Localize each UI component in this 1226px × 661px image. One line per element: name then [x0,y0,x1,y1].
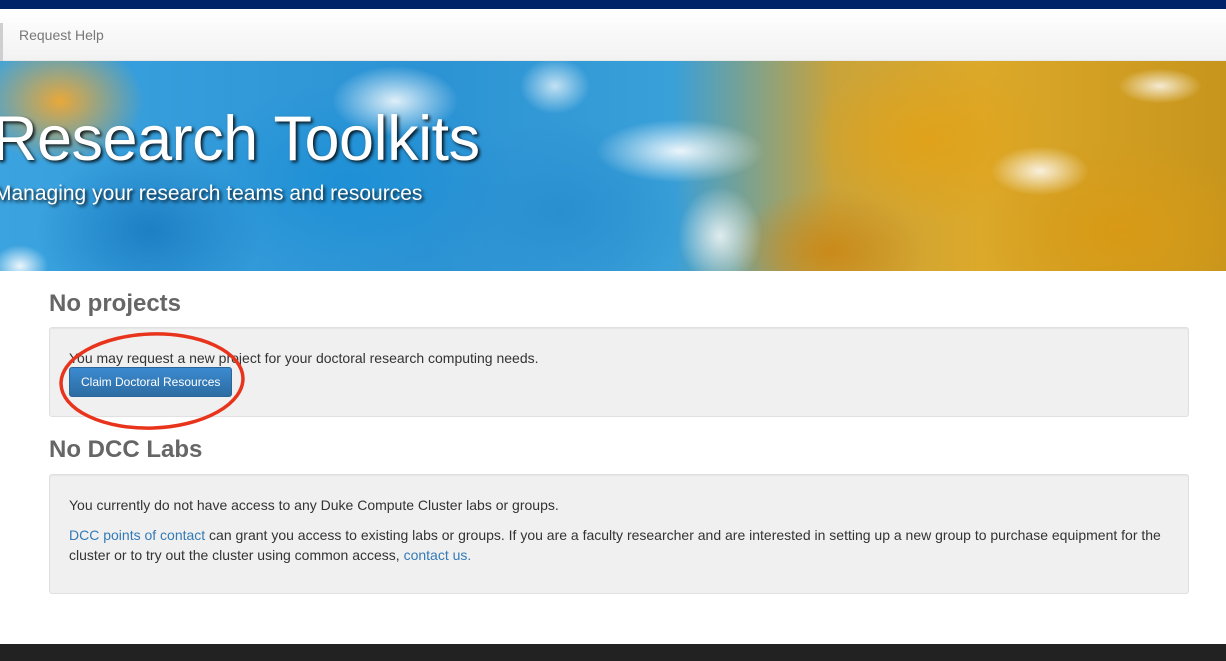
hero-subtitle: Managing your research teams and resourc… [0,182,423,205]
top-brand-bar [0,0,1226,9]
labs-heading: No DCC Labs [49,436,203,463]
hero-title: Research Toolkits [0,104,480,174]
labs-message: You currently do not have access to any … [69,497,559,513]
labs-contact-paragraph: DCC points of contact can grant you acce… [69,525,1169,565]
request-help-link[interactable]: Request Help [19,27,104,43]
claim-doctoral-resources-button[interactable]: Claim Doctoral Resources [69,367,233,397]
contact-us-link[interactable]: contact us. [404,547,472,563]
labs-panel: You currently do not have access to any … [49,474,1189,594]
sub-navigation: Request Help [0,9,1226,61]
projects-heading: No projects [49,290,182,317]
footer-bar [0,644,1226,661]
nav-divider [0,23,3,61]
labs-contact-text: can grant you access to existing labs or… [69,527,1161,563]
hero-banner: Research Toolkits Managing your research… [0,61,1226,271]
projects-message: You may request a new project for your d… [69,350,539,366]
projects-panel: You may request a new project for your d… [49,327,1189,417]
dcc-points-of-contact-link[interactable]: DCC points of contact [69,527,205,543]
